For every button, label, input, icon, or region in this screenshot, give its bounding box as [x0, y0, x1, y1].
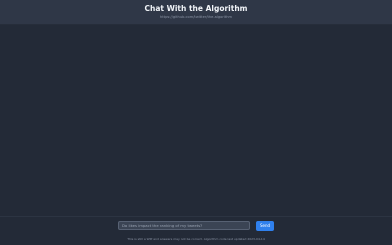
app-window: Chat With the Algorithm https://github.c… [0, 0, 392, 245]
question-input[interactable] [118, 221, 250, 230]
send-button[interactable]: Send [256, 221, 274, 231]
disclaimer-text: This is still a WIP and answers may not … [127, 236, 265, 241]
header: Chat With the Algorithm https://github.c… [0, 0, 392, 25]
chat-messages-area [0, 25, 392, 216]
page-title: Chat With the Algorithm [144, 4, 248, 13]
repo-link[interactable]: https://github.com/twitter/the-algorithm [0, 15, 392, 20]
